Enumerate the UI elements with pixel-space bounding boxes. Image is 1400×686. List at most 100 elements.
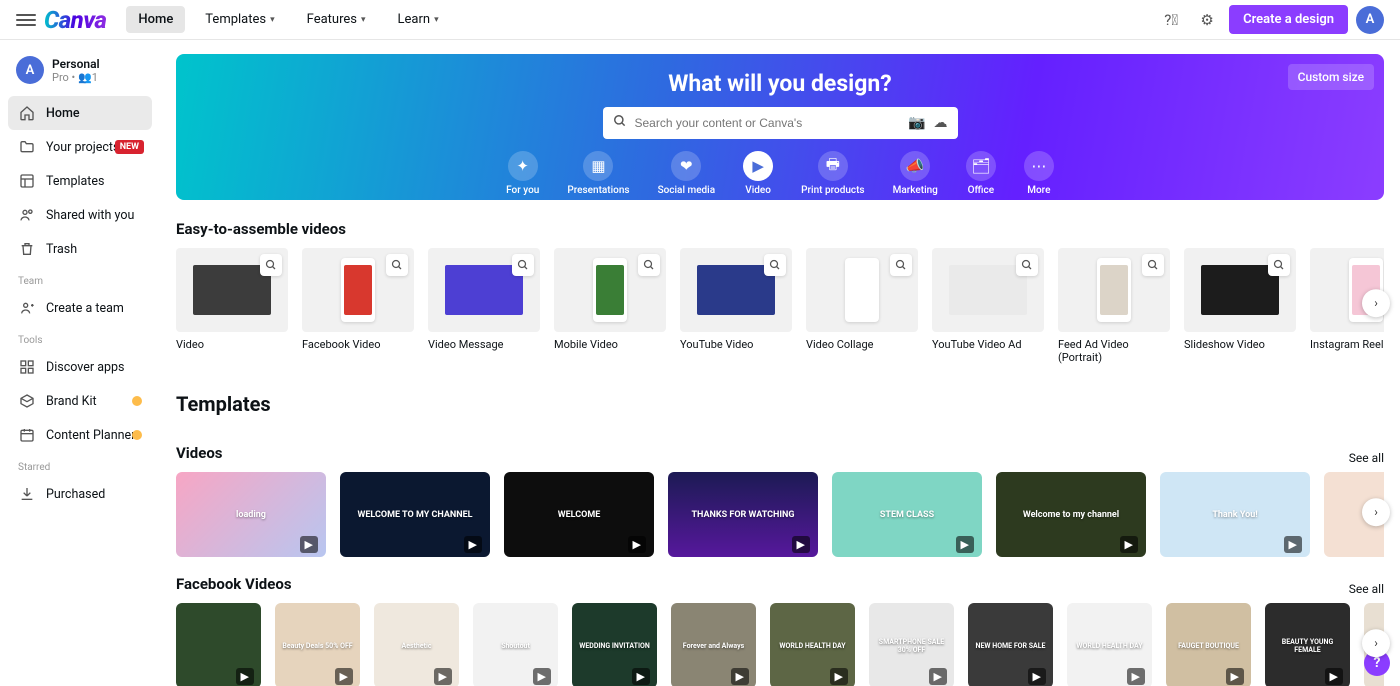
scroll-right-button[interactable]: › bbox=[1362, 629, 1390, 657]
easy-item-feed-ad-video-(portrait)[interactable]: Feed Ad Video (Portrait) bbox=[1058, 248, 1170, 364]
quick-icon: ▶ bbox=[743, 151, 773, 181]
sidebar-tool-discover-apps[interactable]: Discover apps bbox=[8, 350, 152, 384]
magnify-icon[interactable] bbox=[764, 254, 786, 276]
facebook-video-template[interactable]: ▶ bbox=[176, 603, 261, 686]
video-template[interactable]: Thank You!▶ bbox=[1160, 472, 1310, 557]
create-design-button[interactable]: Create a design bbox=[1229, 5, 1348, 34]
nav-learn[interactable]: Learn▾ bbox=[386, 6, 451, 33]
quick-video[interactable]: ▶Video bbox=[743, 151, 773, 196]
video-template[interactable]: WELCOME▶ bbox=[504, 472, 654, 557]
sidebar-item-your-projects[interactable]: Your projectsNEW bbox=[8, 130, 152, 164]
sidebar-item-home[interactable]: Home bbox=[8, 96, 152, 130]
help-icon[interactable]: ?⃝ bbox=[1157, 6, 1185, 34]
video-template[interactable]: STEM CLASS▶ bbox=[832, 472, 982, 557]
magnify-icon[interactable] bbox=[512, 254, 534, 276]
team-plan: Pro • 👥1 bbox=[52, 71, 100, 84]
easy-item-facebook-video[interactable]: Facebook Video bbox=[302, 248, 414, 364]
quick-marketing[interactable]: 📣Marketing bbox=[893, 151, 938, 196]
sidebar-item-templates[interactable]: Templates bbox=[8, 164, 152, 198]
settings-icon[interactable]: ⚙ bbox=[1193, 6, 1221, 34]
easy-item-mobile-video[interactable]: Mobile Video bbox=[554, 248, 666, 364]
sidebar-section-team: Team bbox=[8, 266, 152, 291]
magnify-icon[interactable] bbox=[1142, 254, 1164, 276]
nav-home[interactable]: Home bbox=[126, 6, 185, 33]
trash-icon bbox=[18, 240, 36, 258]
magnify-icon[interactable] bbox=[890, 254, 912, 276]
video-template[interactable]: WELCOME TO MY CHANNEL▶ bbox=[340, 472, 490, 557]
facebook-video-template[interactable]: Beauty Deals 50% OFF▶ bbox=[275, 603, 360, 686]
sidebar-tool-brand-kit[interactable]: Brand Kit bbox=[8, 384, 152, 418]
easy-item-youtube-video[interactable]: YouTube Video bbox=[680, 248, 792, 364]
nav-templates[interactable]: Templates▾ bbox=[193, 6, 286, 33]
facebook-video-template[interactable]: WEDDING INVITATION▶ bbox=[572, 603, 657, 686]
play-icon: ▶ bbox=[792, 538, 810, 551]
facebook-video-template[interactable]: WORLD HEALTH DAY▶ bbox=[770, 603, 855, 686]
sidebar-tool-content-planner[interactable]: Content Planner bbox=[8, 418, 152, 452]
video-template[interactable]: THANKS FOR WATCHING▶ bbox=[668, 472, 818, 557]
hamburger-menu[interactable] bbox=[16, 10, 36, 30]
facebook-videos-see-all[interactable]: See all bbox=[1349, 582, 1384, 596]
quick-presentations[interactable]: ▦Presentations bbox=[567, 151, 629, 196]
thumbnail bbox=[554, 248, 666, 332]
scroll-right-button[interactable]: › bbox=[1362, 289, 1390, 317]
videos-see-all[interactable]: See all bbox=[1349, 451, 1384, 465]
easy-item-video-collage[interactable]: Video Collage bbox=[806, 248, 918, 364]
quick-office[interactable]: 🗂Office bbox=[966, 151, 996, 196]
template-caption: WEDDING INVITATION bbox=[575, 642, 654, 650]
hero-search[interactable]: 📷 ☁ bbox=[603, 107, 958, 139]
magnify-icon[interactable] bbox=[386, 254, 408, 276]
scroll-right-button[interactable]: › bbox=[1362, 498, 1390, 526]
magnify-icon[interactable] bbox=[1268, 254, 1290, 276]
video-template[interactable]: loading▶ bbox=[176, 472, 326, 557]
facebook-video-template[interactable]: WORLD HEALTH DAY▶ bbox=[1067, 603, 1152, 686]
facebook-video-template[interactable]: FAUGET BOUTIQUE▶ bbox=[1166, 603, 1251, 686]
facebook-video-template[interactable]: NEW HOME FOR SALE▶ bbox=[968, 603, 1053, 686]
sidebar-team-create-a-team[interactable]: Create a team bbox=[8, 291, 152, 325]
star-indicator bbox=[132, 396, 142, 406]
easy-item-video-message[interactable]: Video Message bbox=[428, 248, 540, 364]
play-icon: ▶ bbox=[929, 670, 947, 683]
thumbnail bbox=[932, 248, 1044, 332]
quick-icon: ⋯ bbox=[1024, 151, 1054, 181]
magnify-icon[interactable] bbox=[1016, 254, 1038, 276]
thumbnail bbox=[1184, 248, 1296, 332]
sidebar-item-label: Brand Kit bbox=[46, 394, 97, 409]
facebook-video-template[interactable]: SMARTPHONE SALE 30% OFF▶ bbox=[869, 603, 954, 686]
play-icon: ▶ bbox=[236, 670, 254, 683]
magnify-icon[interactable] bbox=[260, 254, 282, 276]
calendar-icon bbox=[18, 426, 36, 444]
facebook-video-template[interactable]: Forever and Always▶ bbox=[671, 603, 756, 686]
easy-item-slideshow-video[interactable]: Slideshow Video bbox=[1184, 248, 1296, 364]
quick-label: Presentations bbox=[567, 185, 629, 196]
template-caption: WELCOME bbox=[552, 510, 607, 520]
easy-item-video[interactable]: Video bbox=[176, 248, 288, 364]
search-input[interactable] bbox=[635, 116, 901, 130]
item-label: YouTube Video Ad bbox=[932, 338, 1044, 351]
quick-more[interactable]: ⋯More bbox=[1024, 151, 1054, 196]
quick-print-products[interactable]: 🖶Print products bbox=[801, 151, 864, 196]
play-icon: ▶ bbox=[830, 670, 848, 683]
quick-for-you[interactable]: ✦For you bbox=[506, 151, 539, 196]
sidebar-starred-purchased[interactable]: Purchased bbox=[8, 477, 152, 511]
template-caption: Welcome to my channel bbox=[1017, 510, 1125, 520]
hero-title: What will you design? bbox=[668, 70, 891, 97]
custom-size-button[interactable]: Custom size bbox=[1288, 64, 1374, 90]
camera-icon[interactable]: 📷 bbox=[908, 115, 925, 131]
sidebar-item-shared-with-you[interactable]: Shared with you bbox=[8, 198, 152, 232]
nav-features[interactable]: Features▾ bbox=[295, 6, 378, 33]
easy-item-youtube-video-ad[interactable]: YouTube Video Ad bbox=[932, 248, 1044, 364]
sidebar-item-trash[interactable]: Trash bbox=[8, 232, 152, 266]
quick-social-media[interactable]: ❤Social media bbox=[658, 151, 716, 196]
facebook-video-template[interactable]: Aesthetic▶ bbox=[374, 603, 459, 686]
template-caption: NEW HOME FOR SALE bbox=[972, 642, 1050, 650]
upload-icon[interactable]: ☁ bbox=[934, 115, 948, 131]
user-avatar[interactable]: A bbox=[1356, 6, 1384, 34]
thumbnail bbox=[680, 248, 792, 332]
team-switcher[interactable]: A Personal Pro • 👥1 bbox=[8, 52, 152, 96]
video-template[interactable]: Welcome to my channel▶ bbox=[996, 472, 1146, 557]
canva-logo[interactable]: Canva bbox=[44, 6, 106, 34]
facebook-video-template[interactable]: BEAUTY YOUNG FEMALE▶ bbox=[1265, 603, 1350, 686]
facebook-video-template[interactable]: Shoutout▶ bbox=[473, 603, 558, 686]
sidebar-item-label: Content Planner bbox=[46, 428, 135, 443]
magnify-icon[interactable] bbox=[638, 254, 660, 276]
